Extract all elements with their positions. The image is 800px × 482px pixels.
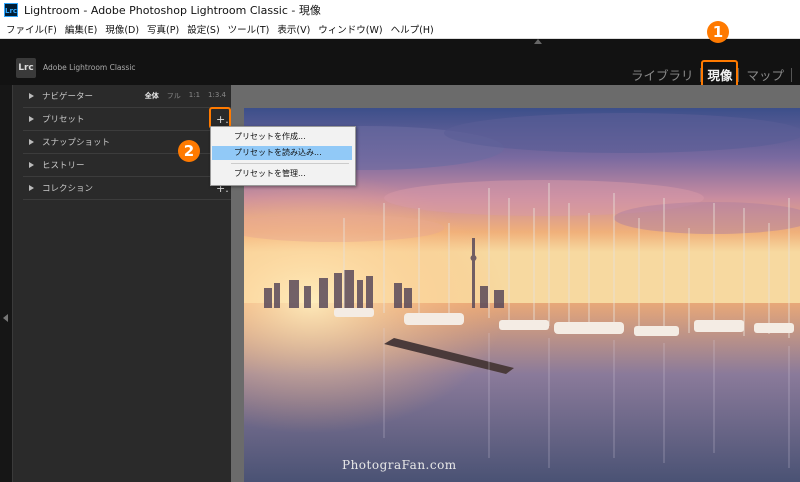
photo-watermark: PhotograFan.com [342, 458, 457, 472]
zoom-fit[interactable]: 全体 [145, 91, 159, 101]
menu-create-preset[interactable]: プリセットを作成... [212, 130, 352, 144]
presets-label: プリセット [42, 115, 85, 125]
menu-import-presets-label: プリセットを読み込み... [234, 148, 322, 157]
expand-triangle-icon [29, 185, 34, 191]
menu-view[interactable]: 表示(V) [277, 22, 310, 36]
snapshots-panel-header[interactable]: スナップショット +. [23, 131, 232, 154]
collections-panel-header[interactable]: コレクション +. [23, 177, 232, 200]
preset-context-menu: プリセットを作成... プリセットを読み込み... プリセットを管理... [210, 126, 356, 186]
menu-develop[interactable]: 現像(D) [105, 22, 139, 36]
lrc-logo: Lrc [16, 58, 36, 78]
history-panel-header[interactable]: ヒストリー [23, 154, 232, 177]
menu-divider [231, 163, 349, 164]
navigator-label: ナビゲーター [42, 92, 94, 102]
zoom-1-1[interactable]: 1:1 [189, 91, 200, 101]
window-titlebar: Lrc Lightroom - Adobe Photoshop Lightroo… [0, 0, 800, 20]
module-map[interactable]: マップ [739, 65, 791, 84]
window-title: Lightroom - Adobe Photoshop Lightroom Cl… [24, 4, 321, 17]
navigator-panel-header[interactable]: ナビゲーター 全体 フル 1:1 1:3.4 [23, 85, 232, 108]
menu-edit[interactable]: 編集(E) [65, 22, 97, 36]
menu-photo[interactable]: 写真(P) [147, 22, 179, 36]
menu-file[interactable]: ファイル(F) [6, 22, 57, 36]
menu-import-presets[interactable]: プリセットを読み込み... [212, 146, 352, 160]
snapshots-label: スナップショット [42, 138, 111, 148]
collapse-top-panel-icon[interactable] [534, 39, 542, 44]
step1-badge: 1 [707, 21, 729, 43]
left-panel: ナビゲーター 全体 フル 1:1 1:3.4 プリセット +. スナップショット… [12, 85, 232, 482]
lightroom-app-icon: Lrc [4, 3, 18, 17]
menu-manage-presets-label: プリセットを管理... [234, 169, 306, 178]
brand-label: Adobe Lightroom Classic [43, 63, 136, 72]
module-library[interactable]: ライブラリ [624, 65, 701, 84]
left-panel-collapse-strip[interactable] [0, 85, 12, 482]
menu-manage-presets[interactable]: プリセットを管理... [212, 167, 352, 181]
expand-triangle-icon [29, 162, 34, 168]
collapse-left-panel-icon[interactable] [3, 314, 8, 322]
menubar: ファイル(F) 編集(E) 現像(D) 写真(P) 設定(S) ツール(T) 表… [0, 20, 800, 39]
navigator-zoom-options: 全体 フル 1:1 1:3.4 [145, 91, 226, 101]
menu-settings[interactable]: 設定(S) [187, 22, 219, 36]
zoom-custom[interactable]: 1:3.4 [208, 91, 226, 101]
menu-window[interactable]: ウィンドウ(W) [318, 22, 382, 36]
collections-label: コレクション [42, 184, 94, 194]
menu-create-preset-label: プリセットを作成... [234, 132, 306, 141]
step2-badge: 2 [178, 140, 200, 162]
expand-triangle-icon [29, 139, 34, 145]
expand-triangle-icon [29, 93, 34, 99]
expand-triangle-icon [29, 116, 34, 122]
menu-tools[interactable]: ツール(T) [228, 22, 270, 36]
presets-panel-header[interactable]: プリセット +. [23, 108, 232, 131]
zoom-fill[interactable]: フル [167, 91, 181, 101]
menu-help[interactable]: ヘルプ(H) [391, 22, 434, 36]
module-separator [791, 67, 792, 82]
history-label: ヒストリー [42, 161, 85, 171]
